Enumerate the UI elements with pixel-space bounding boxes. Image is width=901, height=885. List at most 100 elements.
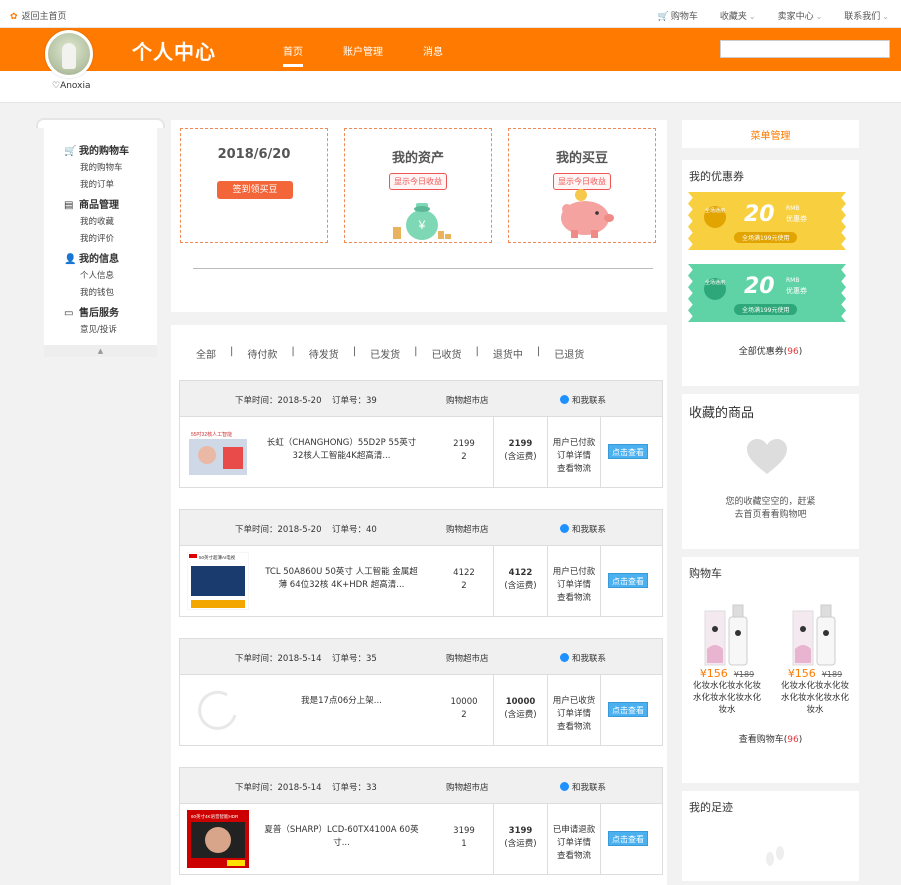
coupons-panel: 我的优惠券 全场通用 20 RMB 优惠券 全场满199元使用 全场通用 20 RMB 优惠券全…: [682, 160, 859, 386]
sidebar-group-0[interactable]: 🛒 我的购物车: [64, 142, 129, 157]
order-total: 2199 (含运费): [494, 438, 547, 464]
product-thumbnail[interactable]: 60英寸4K语音智能HDR: [187, 810, 249, 868]
view-order-button[interactable]: 点击查看: [608, 702, 648, 717]
coupon-amount: 20: [744, 202, 775, 227]
coupon-amount: 20: [744, 274, 775, 299]
top-link-2[interactable]: 卖家中心 ⌄: [778, 9, 823, 22]
chat-icon: [560, 395, 569, 404]
shipping-note: (含运费): [504, 710, 537, 720]
shop-name[interactable]: 购物超市店: [446, 781, 489, 793]
status-link[interactable]: 订单详情: [548, 837, 600, 850]
shop-name[interactable]: 购物超市店: [446, 523, 489, 535]
sidebar-item[interactable]: 意见/投诉: [80, 323, 117, 335]
assets-income-toggle[interactable]: 显示今日收益: [389, 173, 447, 190]
status-link[interactable]: 查看物流: [548, 850, 600, 863]
cart-item[interactable]: ¥156 ¥189 化妆水化妆水化妆水化妆水化妆水化妆水: [778, 601, 852, 716]
sidebar-item[interactable]: 个人信息: [80, 269, 114, 281]
product-name[interactable]: 我是17点06分上架...: [264, 695, 419, 708]
column-divider: [600, 675, 601, 745]
cart-count: 96: [787, 735, 799, 745]
sidebar-item[interactable]: 我的购物车: [80, 161, 123, 173]
coupon-type: 优惠券: [786, 215, 807, 223]
sidebar-item[interactable]: 我的收藏: [80, 215, 114, 227]
column-divider: [600, 417, 601, 487]
contact-seller-link[interactable]: 和我联系: [560, 523, 606, 535]
avatar[interactable]: [45, 30, 93, 78]
coupon-card[interactable]: 全场通用 20 RMB 优惠券 全场满199元使用: [688, 264, 846, 322]
view-order-button[interactable]: 点击查看: [608, 573, 648, 588]
unit-price: 4122: [453, 568, 475, 578]
product-name[interactable]: 夏普（SHARP）LCD-60TX4100A 60英寸...: [264, 824, 419, 850]
order-tab-5[interactable]: 退货中: [493, 346, 523, 361]
contact-seller-link[interactable]: 和我联系: [560, 781, 606, 793]
status-link[interactable]: 订单详情: [548, 450, 600, 463]
total-amount: 3199: [508, 826, 533, 836]
order-tab-2[interactable]: 待发货: [309, 346, 339, 361]
collapse-arrow-icon[interactable]: ▲: [44, 345, 157, 357]
top-link-0[interactable]: 🛒 购物车: [658, 9, 698, 22]
view-order-button[interactable]: 点击查看: [608, 831, 648, 846]
order-card: 下单时间：2018-5-20 订单号：40 购物超市店 和我联系 50英寸超薄AI电视 T…: [179, 509, 663, 617]
cart-item[interactable]: ¥156 ¥189 化妆水化妆水化妆水化妆水化妆水化妆水: [690, 601, 764, 716]
product-thumbnail[interactable]: 55吋32核人工智能: [187, 423, 249, 481]
order-number: 订单号：39: [332, 396, 377, 406]
order-header: 下单时间：2018-5-14 订单号：33 购物超市店 和我联系: [180, 768, 662, 804]
nav-tab-0[interactable]: 首页: [283, 43, 303, 67]
contact-seller-link[interactable]: 和我联系: [560, 652, 606, 664]
sidebar-item[interactable]: 我的评价: [80, 232, 114, 244]
order-tab-6[interactable]: 已退货: [554, 346, 584, 361]
order-tab-0[interactable]: 全部: [196, 346, 216, 361]
status-link[interactable]: 订单详情: [548, 579, 600, 592]
chat-icon: [560, 782, 569, 791]
beans-title: 我的买豆: [555, 151, 608, 166]
search-input[interactable]: [720, 40, 890, 58]
nav-tab-2[interactable]: 消息: [423, 43, 443, 58]
shipping-note: (含运费): [504, 839, 537, 849]
chevron-down-icon: ⌄: [882, 12, 889, 21]
shop-name[interactable]: 购物超市店: [446, 652, 489, 664]
coupon-card[interactable]: 全场通用 20 RMB 优惠券 全场满199元使用: [688, 192, 846, 250]
sidebar-item[interactable]: 我的钱包: [80, 286, 114, 298]
product-name[interactable]: TCL 50A860U 50英寸 人工智能 金属超薄 64位32核 4K+HDR…: [264, 566, 419, 592]
document-icon: ▤: [64, 200, 74, 211]
order-total: 3199 (含运费): [494, 825, 547, 851]
top-link-1[interactable]: 收藏夹 ⌄: [720, 9, 756, 22]
order-tab-4[interactable]: 已收货: [432, 346, 462, 361]
sidebar-item[interactable]: 我的订单: [80, 178, 114, 190]
quantity: 2: [461, 581, 467, 591]
status-link[interactable]: 查看物流: [548, 463, 600, 476]
view-cart-link[interactable]: 查看购物车(96): [682, 732, 859, 745]
unit-price: 10000: [450, 697, 478, 707]
sidebar-group-3[interactable]: ▭ 售后服务: [64, 304, 119, 319]
nav-tab-1[interactable]: 账户管理: [343, 43, 383, 58]
product-thumbnail[interactable]: 50英寸超薄AI电视: [186, 551, 250, 611]
menu-manage-link[interactable]: 菜单管理: [682, 127, 859, 142]
sidebar-group-1[interactable]: ▤ 商品管理: [64, 196, 119, 211]
top-link-3[interactable]: 联系我们 ⌄: [844, 9, 889, 22]
order-tab-1[interactable]: 待付款: [247, 346, 277, 361]
view-order-button[interactable]: 点击查看: [608, 444, 648, 459]
product-thumbnail[interactable]: [187, 681, 249, 739]
all-coupons-link[interactable]: 全部优惠券(96): [682, 344, 859, 357]
heart-icon: [747, 439, 787, 474]
home-link[interactable]: ✿ 返回主首页: [10, 9, 67, 22]
quantity: 2: [461, 710, 467, 720]
checkin-button[interactable]: 签到领买豆: [217, 181, 293, 199]
total-amount: 4122: [508, 568, 533, 578]
unit-price: 2199: [453, 439, 475, 449]
sidebar: ▲ 🛒 我的购物车我的购物车我的订单 ▤ 商品管理我的收藏我的评价 👤 我的信息个人信息我…: [36, 118, 165, 357]
contact-seller-link[interactable]: 和我联系: [560, 394, 606, 406]
order-total: 10000 (含运费): [494, 696, 547, 722]
sidebar-group-2[interactable]: 👤 我的信息: [64, 250, 119, 265]
status-link[interactable]: 订单详情: [548, 708, 600, 721]
status-link[interactable]: 查看物流: [548, 592, 600, 605]
page-title: 个人中心: [132, 40, 216, 64]
shop-name[interactable]: 购物超市店: [446, 394, 489, 406]
coupon-currency: RMB: [786, 205, 800, 212]
status-link[interactable]: 查看物流: [548, 721, 600, 734]
assets-card: 我的资产 显示今日收益 ¥: [344, 128, 492, 243]
assets-title: 我的资产: [391, 151, 444, 166]
product-name[interactable]: 长虹（CHANGHONG）55D2P 55英寸32核人工智能4K超高清...: [264, 437, 419, 463]
order-tabs: 全部 | 待付款 | 待发货 | 已发货 | 已收货 | 退货中 | 已退货: [196, 346, 598, 361]
order-tab-3[interactable]: 已发货: [370, 346, 400, 361]
